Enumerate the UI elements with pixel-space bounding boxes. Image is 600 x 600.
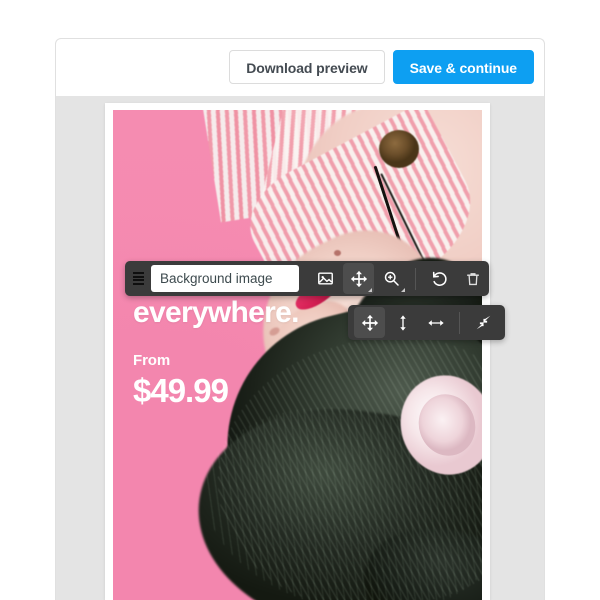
- design-price: $49.99: [133, 371, 229, 409]
- arrows-vertical-icon[interactable]: [387, 307, 418, 338]
- undo-icon[interactable]: [424, 263, 455, 294]
- fit-toolbar[interactable]: [348, 305, 505, 340]
- dropdown-corner-indicator: [401, 288, 405, 292]
- trash-icon[interactable]: [457, 263, 488, 294]
- design-workspace[interactable]: Your music— everywhere. From $49.99: [55, 96, 545, 600]
- design-from-label: From: [133, 351, 171, 369]
- design-canvas[interactable]: Your music— everywhere. From $49.99: [113, 110, 482, 600]
- toolbar-divider: [415, 267, 416, 290]
- move-icon[interactable]: [343, 263, 374, 294]
- design-headline-line2: everywhere.: [133, 295, 299, 329]
- element-name-input[interactable]: [151, 265, 299, 292]
- grip-handle-icon[interactable]: [125, 261, 151, 296]
- hair-bun: [379, 130, 419, 168]
- action-bar: Download preview Save & continue: [229, 50, 534, 84]
- face-mole: [334, 250, 341, 256]
- element-toolbar[interactable]: [125, 261, 489, 296]
- editor-header-panel: Download preview Save & continue: [55, 38, 545, 96]
- toolbar-divider: [459, 311, 460, 334]
- move-icon[interactable]: [354, 307, 385, 338]
- zoom-in-icon[interactable]: [376, 263, 407, 294]
- shrink-diagonal-icon[interactable]: [468, 307, 499, 338]
- app-root: Download preview Save & continue everywh…: [0, 0, 600, 600]
- canvas-card: Your music— everywhere. From $49.99: [105, 103, 490, 600]
- dropdown-corner-indicator: [368, 288, 372, 292]
- image-icon[interactable]: [310, 263, 341, 294]
- fit-toolbar-group-shrink: [462, 305, 505, 340]
- arrows-horizontal-icon[interactable]: [420, 307, 451, 338]
- save-and-continue-button[interactable]: Save & continue: [392, 50, 534, 84]
- download-preview-button[interactable]: Download preview: [229, 50, 385, 84]
- element-toolbar-group-edit: [309, 261, 413, 296]
- fit-toolbar-group: [348, 305, 457, 340]
- element-toolbar-group-actions: [418, 261, 489, 296]
